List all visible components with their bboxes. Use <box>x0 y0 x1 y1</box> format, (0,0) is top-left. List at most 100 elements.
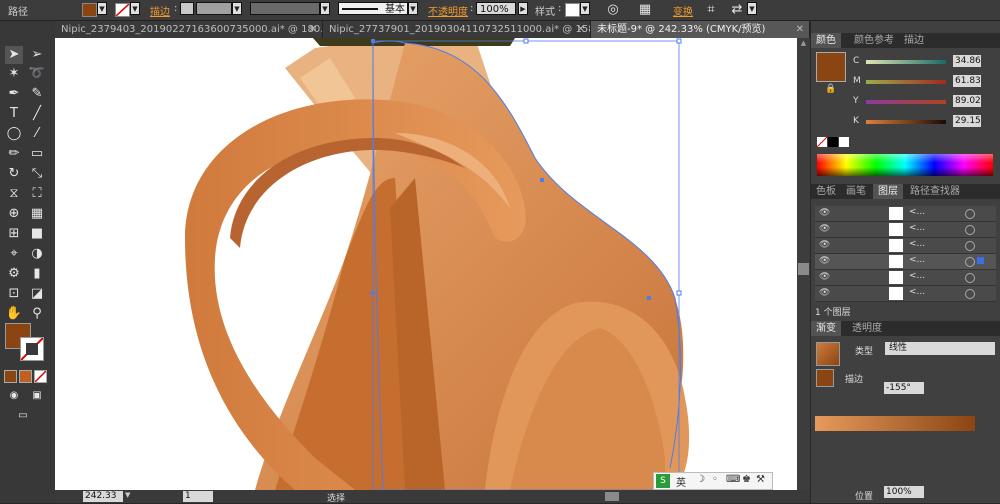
slice-tool-icon[interactable]: ◪ <box>28 285 46 303</box>
black-swatch[interactable] <box>828 137 838 147</box>
stroke-weight-stepper[interactable] <box>180 2 194 15</box>
hscroll-thumb[interactable] <box>605 492 619 501</box>
layer-row[interactable]: 👁 <... <box>815 238 996 254</box>
channel-c-slider[interactable] <box>866 60 946 64</box>
tab-layers[interactable]: 图层 <box>873 184 903 199</box>
symbol-sprayer-tool-icon[interactable]: ⚙ <box>5 265 23 283</box>
style-dropdown[interactable]: ▼ <box>580 2 590 15</box>
stroke-weight-field[interactable] <box>196 2 232 15</box>
recolor-icon[interactable]: ◎ <box>604 1 622 19</box>
paintbrush-tool-icon[interactable]: ⁄ <box>28 125 46 143</box>
gradient-fill-box[interactable] <box>816 369 834 387</box>
tab-color-guide[interactable]: 颜色参考 <box>849 33 899 48</box>
layer-row-selected[interactable]: 👁 <... <box>815 254 996 270</box>
zoom-tool-icon[interactable]: ⚲ <box>28 305 46 323</box>
fill-dropdown[interactable]: ▼ <box>97 2 107 15</box>
column-graph-tool-icon[interactable]: ▮ <box>28 265 46 283</box>
artwork[interactable] <box>55 38 797 490</box>
pencil-tool-icon[interactable]: ✏ <box>5 145 23 163</box>
layer-row[interactable]: 👁 <... <box>815 206 996 222</box>
channel-y-value[interactable]: 89.02 <box>953 95 981 107</box>
layer-row[interactable]: 👁 <... <box>815 222 996 238</box>
rotate-tool-icon[interactable]: ↻ <box>5 165 23 183</box>
ime-toolbar[interactable]: S 英 ☽ ◦ ⌨ ♚ ⚒ <box>653 472 773 490</box>
free-transform-tool-icon[interactable]: ⛶ <box>28 185 46 203</box>
color-mode-button[interactable] <box>4 370 17 383</box>
pen-tool-icon[interactable]: ✒ <box>5 85 23 103</box>
tab-document-3[interactable]: 未标题-9* @ 242.33% (CMYK/预览) ✕ <box>591 21 810 38</box>
channel-k-slider[interactable] <box>866 120 946 124</box>
artboard-number-field[interactable]: 1 <box>183 491 213 502</box>
tab-stroke[interactable]: 描边 <box>899 33 929 48</box>
layer-row[interactable]: 👁 <... <box>815 270 996 286</box>
canvas[interactable]: S 英 ☽ ◦ ⌨ ♚ ⚒ yan.baidu.com <box>55 38 797 490</box>
artboard-tool-icon[interactable]: ⊡ <box>5 285 23 303</box>
opacity-label[interactable]: 不透明度 <box>428 3 468 18</box>
arrange-icon[interactable]: ⇄ <box>728 1 746 19</box>
gradient-tool-icon[interactable]: ■ <box>28 225 46 243</box>
stroke-color-box[interactable] <box>20 337 44 361</box>
panel-menu-dropdown[interactable]: ▼ <box>747 2 757 15</box>
gradient-angle-field[interactable]: -155° <box>884 382 924 394</box>
gradient-slider[interactable] <box>815 416 975 431</box>
isolate-icon[interactable]: ⌗ <box>702 1 720 19</box>
align-icon[interactable]: ▦ <box>636 1 654 19</box>
gradient-position-field[interactable]: 100% <box>884 486 924 498</box>
fill-swatch[interactable] <box>82 3 97 17</box>
screen-mode-icon[interactable]: ▣ <box>28 387 46 405</box>
tab-color[interactable]: 颜色 <box>811 33 841 48</box>
variable-width-field[interactable] <box>250 2 320 15</box>
transform-label[interactable]: 变换 <box>673 3 693 18</box>
layer-row[interactable]: 👁 <... <box>815 286 996 302</box>
color-swatch-fill[interactable] <box>816 52 846 82</box>
hand-tool-icon[interactable]: ✋ <box>5 305 23 323</box>
white-swatch[interactable] <box>839 137 849 147</box>
scale-tool-icon[interactable]: ⤡ <box>28 165 46 183</box>
tab-document-1[interactable]: Nipic_2379403_20190227163600735000.ai* @… <box>55 21 323 38</box>
width-tool-icon[interactable]: ⧖ <box>5 185 23 203</box>
ime-language[interactable]: 英 <box>676 474 686 489</box>
style-swatch[interactable] <box>565 3 580 17</box>
gradient-type-select[interactable]: 线性 <box>885 342 995 355</box>
eyedropper-tool-icon[interactable]: ⌖ <box>5 245 23 263</box>
lasso-tool-icon[interactable]: ➰ <box>28 65 46 83</box>
none-swatch[interactable] <box>816 136 828 148</box>
stroke-weight-dropdown[interactable]: ▼ <box>232 2 242 15</box>
draw-mode-icon[interactable]: ◉ <box>5 387 23 405</box>
tab-transparency[interactable]: 透明度 <box>847 321 887 336</box>
curvature-tool-icon[interactable]: ✎ <box>28 85 46 103</box>
stroke-swatch[interactable] <box>115 3 130 17</box>
channel-m-slider[interactable] <box>866 80 946 84</box>
tab-brushes[interactable]: 画笔 <box>841 184 871 199</box>
gradient-mode-button[interactable] <box>19 370 32 383</box>
scroll-thumb[interactable] <box>798 263 809 275</box>
mesh-tool-icon[interactable]: ⊞ <box>5 225 23 243</box>
channel-m-value[interactable]: 61.83 <box>953 75 981 87</box>
magic-wand-tool-icon[interactable]: ✶ <box>5 65 23 83</box>
line-tool-icon[interactable]: ╱ <box>28 105 46 123</box>
stroke-label[interactable]: 描边 <box>150 3 170 18</box>
tab-gradient[interactable]: 渐变 <box>811 321 841 336</box>
type-tool-icon[interactable]: T <box>5 105 23 123</box>
eraser-tool-icon[interactable]: ▭ <box>28 145 46 163</box>
ellipse-tool-icon[interactable]: ◯ <box>5 125 23 143</box>
zoom-dropdown[interactable]: ▼ <box>125 491 130 499</box>
gradient-preview[interactable] <box>816 342 840 366</box>
none-mode-button[interactable] <box>34 370 47 383</box>
selection-tool-icon[interactable]: ➤ <box>5 46 23 64</box>
channel-y-slider[interactable] <box>866 100 946 104</box>
variable-width-dropdown[interactable]: ▼ <box>320 2 330 15</box>
vertical-scrollbar[interactable]: ▲ <box>797 38 810 490</box>
perspective-grid-tool-icon[interactable]: ▦ <box>28 205 46 223</box>
tab-pathfinder[interactable]: 路径查找器 <box>905 184 965 199</box>
blend-tool-icon[interactable]: ◑ <box>28 245 46 263</box>
tab-document-2[interactable]: Nipic_27737901_20190304110732511000.ai* … <box>323 21 591 38</box>
tab-swatches[interactable]: 色板 <box>811 184 841 199</box>
stroke-dropdown[interactable]: ▼ <box>130 2 140 15</box>
opacity-dropdown[interactable]: ▶ <box>518 2 528 15</box>
change-screen-mode-icon[interactable]: ▭ <box>14 407 32 425</box>
color-spectrum[interactable] <box>817 154 993 176</box>
channel-k-value[interactable]: 29.15 <box>953 115 981 127</box>
direct-selection-tool-icon[interactable]: ➢ <box>28 46 46 64</box>
opacity-field[interactable]: 100% <box>476 2 516 15</box>
